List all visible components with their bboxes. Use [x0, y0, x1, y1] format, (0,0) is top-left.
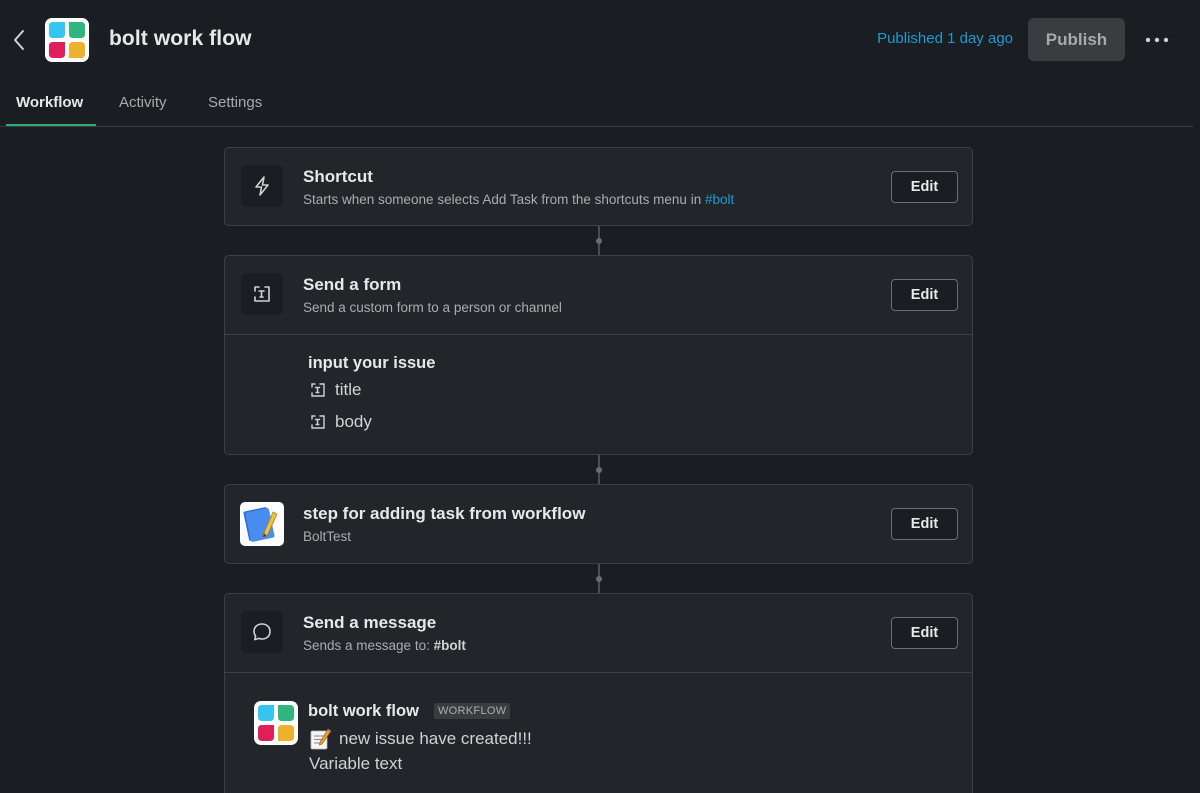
- step-header: Send a message Sends a message to: #bolt…: [225, 594, 972, 673]
- form-icon: [254, 286, 270, 302]
- edit-message-button[interactable]: Edit: [891, 617, 958, 649]
- edit-form-button[interactable]: Edit: [891, 279, 958, 311]
- step-title: Send a form: [303, 275, 402, 294]
- tab-settings[interactable]: Settings: [208, 94, 262, 111]
- more-options-button[interactable]: [1140, 26, 1174, 54]
- form-field-title: title: [309, 380, 361, 400]
- tab-activity[interactable]: Activity: [119, 94, 167, 111]
- step-app-icon: [240, 502, 284, 546]
- message-text: new issue have created!!!: [309, 727, 532, 751]
- step-card-send-message: Send a message Sends a message to: #bolt…: [224, 593, 973, 793]
- text-field-icon: [311, 415, 325, 429]
- step-icon: [241, 611, 283, 653]
- step-card-add-task: step for adding task from workflow BoltT…: [224, 484, 973, 564]
- step-connector: [596, 455, 602, 485]
- form-preview: input your issue title body: [225, 335, 972, 453]
- form-field-name: body: [335, 412, 372, 431]
- step-connector: [596, 564, 602, 594]
- active-tab-indicator: [6, 124, 96, 126]
- tab-workflow[interactable]: Workflow: [16, 94, 83, 111]
- workflow-badge: WORKFLOW: [434, 703, 511, 719]
- step-card-shortcut: Shortcut Starts when someone selects Add…: [224, 147, 973, 226]
- memo-emoji-icon: [310, 728, 332, 750]
- speech-bubble-icon: [253, 623, 271, 641]
- edit-shortcut-button[interactable]: Edit: [891, 171, 958, 203]
- step-description-text: Starts when someone selects Add Task fro…: [303, 192, 702, 207]
- chevron-left-icon: [14, 30, 24, 50]
- step-description: Send a custom form to a person or channe…: [303, 300, 562, 315]
- channel-link[interactable]: #bolt: [705, 192, 734, 207]
- workflow-title: bolt work flow: [109, 27, 252, 50]
- step-description: Sends a message to: #bolt: [303, 638, 466, 653]
- message-line: new issue have created!!!: [339, 729, 532, 748]
- lightning-icon: [255, 176, 269, 196]
- channel-mention[interactable]: #bolt: [434, 638, 466, 653]
- step-description: BoltTest: [303, 529, 352, 544]
- edit-custom-step-button[interactable]: Edit: [891, 508, 958, 540]
- step-connector: [596, 226, 602, 256]
- form-field-body: body: [309, 412, 372, 432]
- text-field-icon: [311, 383, 325, 397]
- app-logo: [45, 18, 89, 62]
- workflow-logo-icon: [258, 705, 294, 741]
- form-field-name: title: [335, 380, 362, 399]
- notebook-icon: [243, 507, 278, 542]
- publish-button[interactable]: Publish: [1028, 18, 1125, 61]
- step-title: Send a message: [303, 613, 437, 632]
- message-variable-text: Variable text: [309, 754, 403, 773]
- step-title: Shortcut: [303, 167, 373, 186]
- message-author: bolt work flow: [308, 702, 419, 720]
- message-avatar: [254, 701, 298, 745]
- back-button[interactable]: [6, 26, 32, 54]
- step-icon: [241, 165, 283, 207]
- more-horizontal-icon: [1145, 37, 1169, 43]
- step-title: step for adding task from workflow: [303, 504, 586, 523]
- workflow-logo-icon: [49, 22, 85, 58]
- step-header: step for adding task from workflow BoltT…: [225, 485, 972, 563]
- step-header: Send a form Send a custom form to a pers…: [225, 256, 972, 335]
- step-header: Shortcut Starts when someone selects Add…: [225, 148, 972, 226]
- step-card-send-form: Send a form Send a custom form to a pers…: [224, 255, 973, 455]
- message-preview: bolt work flow WORKFLOW new issue have c…: [225, 673, 972, 793]
- step-description-text: Sends a message to:: [303, 638, 430, 653]
- published-status[interactable]: Published 1 day ago: [877, 30, 1013, 47]
- step-description: Starts when someone selects Add Task fro…: [303, 192, 734, 207]
- step-icon: [241, 273, 283, 315]
- tab-bar: Workflow Activity Settings: [0, 80, 1193, 127]
- workflow-header: bolt work flow Published 1 day ago Publi…: [0, 0, 1200, 80]
- form-label: input your issue: [308, 354, 436, 372]
